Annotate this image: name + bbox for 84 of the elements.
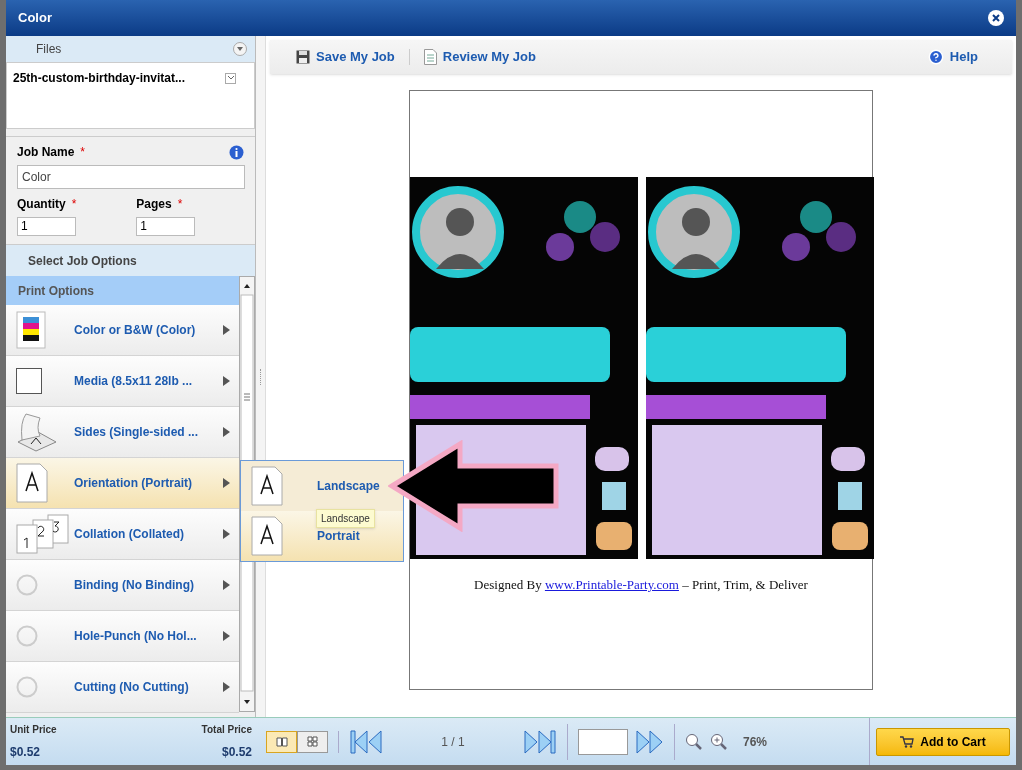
required-mark: * xyxy=(80,144,86,161)
credit-line: Designed By www.Printable-Party.com – Print, Trim, & Deliver xyxy=(474,576,808,594)
option-row[interactable]: Cutting (No Cutting) xyxy=(6,662,239,713)
tooltip: Landscape xyxy=(316,509,375,528)
submenu-arrow-icon xyxy=(223,427,230,437)
close-icon xyxy=(992,14,1000,22)
field-label: Pages xyxy=(136,196,172,213)
total-price: $0.52 xyxy=(221,744,252,761)
view-toggle[interactable] xyxy=(297,730,328,753)
empty-circle-icon xyxy=(16,625,38,647)
section-title: Files xyxy=(35,41,62,58)
option-label: Binding (No Binding) xyxy=(74,577,195,594)
option-label: Orientation (Portrait) xyxy=(74,475,193,492)
page-letter-icon xyxy=(251,466,283,506)
option-row[interactable]: Collation (Collated) xyxy=(6,509,239,560)
page-field[interactable] xyxy=(578,728,628,755)
option-row[interactable]: Sides (Single-sided ... xyxy=(6,407,239,458)
field-label: Job Name xyxy=(17,144,75,161)
unit-price: $0.52 xyxy=(10,744,42,761)
submenu-arrow-icon xyxy=(223,631,230,641)
option-label: Hole-Punch (No Hol... xyxy=(74,628,198,645)
view-toggle[interactable] xyxy=(266,730,297,753)
submenu-arrow-icon xyxy=(223,376,230,386)
info-icon[interactable] xyxy=(229,144,244,160)
option-label: Media (8.5x11 28lb ... xyxy=(74,373,194,390)
page-letter-icon xyxy=(16,463,48,503)
group-header: Print Options xyxy=(6,276,239,305)
blank-page-icon xyxy=(16,368,42,394)
submenu-arrow-icon xyxy=(223,529,230,539)
number-field[interactable]: 1 xyxy=(17,216,76,236)
option-row[interactable]: Hole-Punch (No Hol... xyxy=(6,611,239,662)
number-field[interactable]: 1 xyxy=(136,216,196,236)
collapse-button[interactable] xyxy=(233,42,247,56)
stacked-pages-icon xyxy=(16,514,70,554)
field-label: Quantity xyxy=(17,196,66,213)
price-label: Total Price xyxy=(201,723,252,737)
scanner-icon xyxy=(16,412,58,452)
option-label: Color or B&W (Color) xyxy=(74,322,197,339)
toolbar-button[interactable]: Review My Job xyxy=(423,47,536,67)
submenu-arrow-icon xyxy=(223,478,230,488)
submenu-item[interactable]: Landscape xyxy=(241,461,403,511)
empty-circle-icon xyxy=(16,574,38,596)
grid-view-icon xyxy=(307,736,318,747)
option-row[interactable]: Color or B&W (Color) xyxy=(6,305,239,356)
first-page-icon[interactable] xyxy=(349,729,383,754)
required-mark: * xyxy=(71,196,77,213)
dropdown-button[interactable] xyxy=(225,72,236,84)
option-label: Collation (Collated) xyxy=(74,526,185,543)
go-icon[interactable] xyxy=(636,729,664,754)
cart-icon xyxy=(900,735,915,748)
book-view-icon xyxy=(275,736,288,747)
zoom-level: 76% xyxy=(743,733,768,751)
color-ink-icon xyxy=(16,311,46,349)
last-page-icon[interactable] xyxy=(523,729,557,754)
page-letter-icon xyxy=(251,516,283,556)
add-to-cart-button[interactable]: Add to Cart xyxy=(876,727,1010,756)
option-label: Sides (Single-sided ... xyxy=(74,424,200,441)
submenu-arrow-icon xyxy=(223,325,230,335)
zoom-in-icon[interactable] xyxy=(710,733,727,750)
submenu-label: Landscape xyxy=(317,478,380,495)
required-mark: * xyxy=(177,196,183,213)
website-link[interactable]: www.Printable-Party.com xyxy=(544,577,679,592)
chevron-icon xyxy=(227,76,234,80)
submenu-arrow-icon xyxy=(223,682,230,692)
section-title: Select Job Options xyxy=(28,252,137,270)
document-icon xyxy=(423,49,437,65)
price-label: Unit Price xyxy=(10,723,57,737)
file-name[interactable]: 25th-custom-birthday-invitat... xyxy=(13,69,185,87)
submenu-label: Portrait xyxy=(317,528,360,545)
option-row[interactable]: Binding (No Binding) xyxy=(6,560,239,611)
zoom-out-icon[interactable] xyxy=(685,733,702,750)
empty-circle-icon xyxy=(16,676,38,698)
option-row[interactable]: Orientation (Portrait) xyxy=(6,458,239,509)
job-name-field[interactable]: Color xyxy=(17,165,245,189)
help-button[interactable]: Help xyxy=(927,47,978,67)
option-row[interactable]: Media (8.5x11 28lb ... xyxy=(6,356,239,407)
caret-icon xyxy=(237,47,243,51)
window-title: Color xyxy=(18,9,52,28)
option-label: Cutting (No Cutting) xyxy=(74,679,190,696)
toolbar-button[interactable]: Save My Job xyxy=(296,47,395,67)
submenu-arrow-icon xyxy=(223,580,230,590)
close-button[interactable] xyxy=(988,10,1004,26)
help-icon xyxy=(927,49,944,65)
page-indicator: 1 / 1 xyxy=(440,733,466,751)
